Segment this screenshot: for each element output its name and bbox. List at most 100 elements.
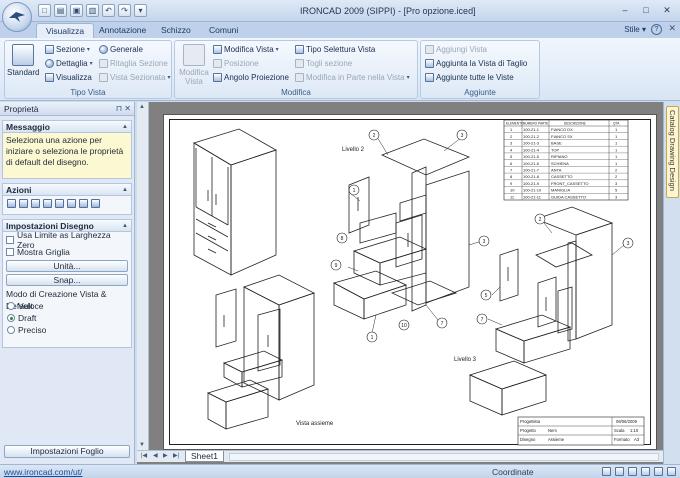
horizontal-scrollbar[interactable] xyxy=(229,453,659,461)
ritaglia-sezione-button[interactable]: Ritaglia Sezione xyxy=(99,59,168,68)
new-icon[interactable]: □ xyxy=(38,4,51,17)
tab-visualizza[interactable]: Visualizza xyxy=(36,23,95,38)
app-menu-button[interactable] xyxy=(2,2,32,32)
qat-dropdown-icon[interactable]: ▾ xyxy=(134,4,147,17)
angolo-proiezione-button[interactable]: Angolo Proiezione xyxy=(213,73,289,82)
snap-button[interactable]: Snap... xyxy=(6,274,128,286)
posizione-button[interactable]: Posizione xyxy=(213,59,259,68)
action-sheet-icon[interactable] xyxy=(7,199,16,208)
bom-cell: FIANCO SX xyxy=(551,134,573,139)
next-sheet-icon[interactable]: ▶ xyxy=(163,452,168,459)
vista-sezionata-button[interactable]: Vista Sezionata ▾ xyxy=(99,73,170,82)
generale-button[interactable]: Generale xyxy=(99,45,143,54)
tipo-selettura-button[interactable]: Tipo Selettura Vista xyxy=(295,45,375,54)
action-layers-icon[interactable] xyxy=(55,199,64,208)
last-sheet-icon[interactable]: ▶| xyxy=(173,452,179,459)
action-users-icon[interactable] xyxy=(31,199,40,208)
action-render-icon[interactable] xyxy=(79,199,88,208)
ribbon-close-icon[interactable]: ✕ xyxy=(668,23,676,34)
tab-comuni[interactable]: Comuni xyxy=(200,23,247,38)
vertical-scrollbar[interactable]: ▲ ▼ xyxy=(137,102,149,450)
redo-icon[interactable]: ↷ xyxy=(118,4,131,17)
remove-section-icon xyxy=(295,59,304,68)
tb-progettista-label: Progettista xyxy=(520,419,541,424)
catalog-tab[interactable]: Catalog Drawing Design xyxy=(666,106,679,198)
aggiungi-vista-button[interactable]: Aggiungi Vista xyxy=(425,45,487,54)
panel-title: Proprietà xyxy=(4,104,39,114)
visualize-icon xyxy=(45,73,54,82)
aggiunta-taglio-button[interactable]: Aggiunta la Vista di Taglio xyxy=(425,59,527,68)
label-vista-assieme: Vista assieme xyxy=(296,421,334,427)
pan-icon[interactable] xyxy=(615,467,624,476)
impostazioni-foglio-button[interactable]: Impostazioni Foglio xyxy=(4,445,130,458)
ritaglia-sezione-label: Ritaglia Sezione xyxy=(110,59,168,68)
maximize-button[interactable]: □ xyxy=(637,3,655,17)
balloon-7b: 7 xyxy=(481,317,484,323)
option-veloce[interactable]: Veloce xyxy=(6,300,128,312)
ironcad-url-link[interactable]: www.ironcad.com/ut/ xyxy=(4,467,82,477)
drawing-sheet[interactable]: 2 3 1 8 9 1 10 7 3 2 3 5 7 Livello 2 Liv… xyxy=(163,114,657,450)
zoom-window-icon[interactable] xyxy=(641,467,650,476)
scroll-down-icon[interactable]: ▼ xyxy=(139,442,145,448)
action-parts-icon[interactable] xyxy=(67,199,76,208)
togli-sezione-button[interactable]: Togli sezione xyxy=(295,59,352,68)
usa-limite-checkbox[interactable]: Usa Limite as Larghezza Zero xyxy=(6,230,128,250)
open-icon[interactable]: ▤ xyxy=(54,4,67,17)
undo-icon[interactable]: ↶ xyxy=(102,4,115,17)
balloon-9: 9 xyxy=(335,263,338,269)
unita-button[interactable]: Unità... xyxy=(6,260,128,272)
option-draft[interactable]: Draft xyxy=(6,312,128,324)
bom-cell: 100-21-4 xyxy=(523,147,540,152)
standard-button[interactable]: Standard xyxy=(7,44,39,77)
edit-part-icon xyxy=(295,73,304,82)
ribbon-tabs: Visualizza Annotazione Schizzo Comuni St… xyxy=(0,22,680,38)
modifica-vista-big-button[interactable]: Modifica Vista xyxy=(177,44,211,86)
style-menu[interactable]: Stile ▾ xyxy=(624,25,646,34)
section-impostazioni-header[interactable]: Impostazioni Disegno ▲ xyxy=(2,219,132,232)
crop-section-icon xyxy=(99,59,108,68)
vista-sezionata-label: Vista Sezionata xyxy=(110,73,166,82)
balloon-1b: 1 xyxy=(371,335,374,341)
section-messaggio-header[interactable]: Messaggio ▲ xyxy=(2,120,132,133)
tab-annotazione[interactable]: Annotazione xyxy=(90,23,155,38)
print-icon[interactable]: ▥ xyxy=(86,4,99,17)
action-template-icon[interactable] xyxy=(19,199,28,208)
bom-cell: 100-21-2 xyxy=(523,134,540,139)
panel-pin-icon[interactable]: ⊓ ✕ xyxy=(116,102,131,116)
dettaglia-label: Dettaglia xyxy=(56,59,88,68)
dettaglia-button[interactable]: Dettaglia ▾ xyxy=(45,59,93,68)
sezione-button[interactable]: Sezione ▾ xyxy=(45,45,90,54)
bom-cell: 100-21-3 xyxy=(523,141,540,146)
option-preciso[interactable]: Preciso xyxy=(6,324,128,336)
visualizza-button[interactable]: Visualizza xyxy=(45,73,92,82)
zoom-in-icon[interactable] xyxy=(654,467,663,476)
zoom-fit-icon[interactable] xyxy=(602,467,611,476)
save-icon[interactable]: ▣ xyxy=(70,4,83,17)
prev-sheet-icon[interactable]: ◀ xyxy=(153,452,158,459)
edit-view-icon xyxy=(183,44,205,66)
tab-schizzo[interactable]: Schizzo xyxy=(152,23,200,38)
group-label-modifica: Modifica xyxy=(281,88,311,97)
sheet-tab-sheet1[interactable]: Sheet1 xyxy=(185,451,224,462)
mostra-griglia-label: Mostra Griglia xyxy=(17,247,70,257)
modifica-vista-button[interactable]: Modifica Vista ▾ xyxy=(213,45,279,54)
scroll-up-icon[interactable]: ▲ xyxy=(139,104,145,110)
group-tipo-vista: Standard Sezione ▾ Dettaglia ▾ Visualizza … xyxy=(4,40,172,99)
action-settings-icon[interactable] xyxy=(91,199,100,208)
first-sheet-icon[interactable]: |◀ xyxy=(141,452,147,459)
action-folder-icon[interactable] xyxy=(43,199,52,208)
tb-progetto-label: Progetto xyxy=(520,428,537,433)
bom-cell: GUIDA CASSETTO xyxy=(551,194,586,199)
zoom-icon[interactable] xyxy=(628,467,637,476)
radio-veloce xyxy=(7,302,15,310)
help-icon[interactable]: ? xyxy=(651,24,662,35)
close-button[interactable]: ✕ xyxy=(658,3,676,17)
zoom-out-icon[interactable] xyxy=(667,467,676,476)
togli-sezione-label: Togli sezione xyxy=(306,59,353,68)
section-azioni-header[interactable]: Azioni ▲ xyxy=(2,183,132,196)
tb-scala: 1:10 xyxy=(630,428,639,433)
modifica-in-parte-button[interactable]: Modifica in Parte nella Vista ▾ xyxy=(295,73,410,82)
minimize-button[interactable]: – xyxy=(616,3,634,17)
selection-type-icon xyxy=(295,45,304,54)
aggiunte-tutte-button[interactable]: Aggiunte tutte le Viste xyxy=(425,73,514,82)
